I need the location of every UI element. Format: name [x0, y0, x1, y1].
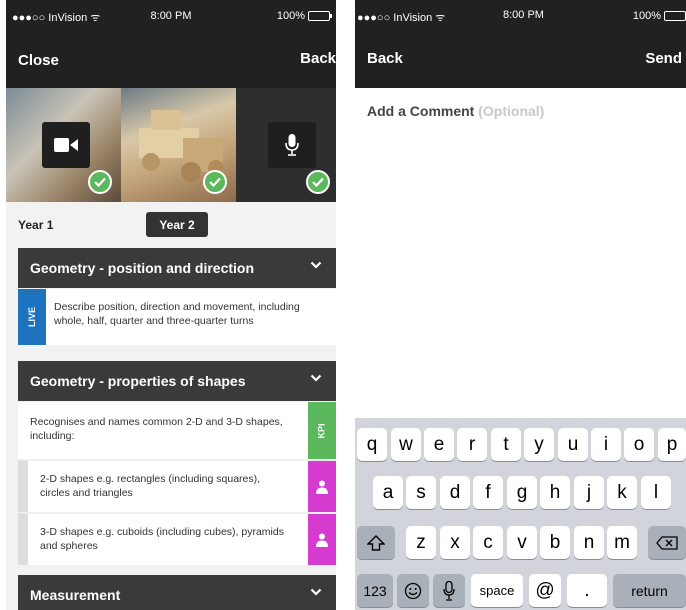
dot-key[interactable]: .: [567, 574, 607, 607]
key-u[interactable]: u: [558, 428, 588, 461]
section-title: Geometry - position and direction: [30, 260, 255, 276]
key-y[interactable]: y: [524, 428, 554, 461]
battery-icon: [308, 11, 332, 21]
check-icon: [88, 170, 112, 194]
key-f[interactable]: f: [473, 476, 503, 509]
key-c[interactable]: c: [473, 526, 503, 559]
key-h[interactable]: h: [540, 476, 570, 509]
objective-text: Recognises and names common 2-D and 3-D …: [30, 416, 283, 442]
person-icon: [308, 514, 336, 565]
key-o[interactable]: o: [624, 428, 654, 461]
back-button[interactable]: Back: [300, 50, 336, 67]
check-icon: [306, 170, 330, 194]
battery-status: 100%: [633, 10, 686, 22]
list-item[interactable]: Recognises and names common 2-D and 3-D …: [18, 402, 336, 459]
key-i[interactable]: i: [591, 428, 621, 461]
key-t[interactable]: t: [491, 428, 521, 461]
kpi-badge: KPI: [308, 402, 336, 459]
space-key[interactable]: space: [471, 574, 523, 607]
objective-text: Describe position, direction and movemen…: [54, 301, 300, 327]
dictation-key[interactable]: [433, 574, 465, 607]
key-p[interactable]: p: [658, 428, 686, 461]
backspace-icon: [656, 535, 678, 550]
at-key[interactable]: @: [529, 574, 561, 607]
check-icon: [203, 170, 227, 194]
comment-field[interactable]: Add a Comment (Optional): [367, 103, 544, 119]
chevron-down-icon: [310, 374, 322, 382]
battery-icon: [664, 11, 686, 21]
key-e[interactable]: e: [424, 428, 454, 461]
person-icon: [308, 461, 336, 512]
right-screen: ●●●○○ InVision ᯤ 8:00 PM 100% Back Send …: [355, 0, 686, 610]
microphone-icon: [443, 580, 455, 601]
section-header-measurement[interactable]: Measurement: [18, 575, 336, 610]
delete-key[interactable]: [648, 526, 686, 559]
key-q[interactable]: q: [357, 428, 387, 461]
battery-label: 100%: [632, 10, 661, 22]
status-bar: ●●●○○ InVision ᯤ 8:00 PM 100%: [6, 0, 336, 30]
section-title: Geometry - properties of shapes: [30, 373, 246, 389]
key-z[interactable]: z: [406, 526, 436, 559]
chevron-down-icon: [310, 588, 322, 596]
section-header-properties-shapes[interactable]: Geometry - properties of shapes: [18, 361, 336, 401]
media-thumbnail-video[interactable]: [6, 88, 121, 202]
key-n[interactable]: n: [574, 526, 604, 559]
key-k[interactable]: k: [607, 476, 637, 509]
live-badge: LIVE: [18, 289, 46, 345]
media-strip: [6, 88, 336, 202]
media-thumbnail-audio[interactable]: [236, 88, 336, 202]
key-w[interactable]: w: [391, 428, 421, 461]
list-item[interactable]: LIVE Describe position, direction and mo…: [18, 289, 336, 345]
shift-key[interactable]: [357, 526, 395, 559]
key-r[interactable]: r: [457, 428, 487, 461]
chevron-down-icon: [310, 261, 322, 269]
key-a[interactable]: a: [373, 476, 403, 509]
carrier-label: ●●●○○ InVision ᯤ: [357, 12, 446, 24]
key-x[interactable]: x: [440, 526, 470, 559]
media-thumbnail-photo[interactable]: [121, 88, 236, 202]
shift-icon: [367, 534, 385, 551]
battery-label: 100%: [276, 10, 305, 22]
key-d[interactable]: d: [440, 476, 470, 509]
objective-text: 3-D shapes e.g. cuboids (including cubes…: [40, 526, 284, 552]
key-s[interactable]: s: [406, 476, 436, 509]
objective-text: 2-D shapes e.g. rectangles (including sq…: [40, 473, 261, 499]
tab-year-1[interactable]: Year 1: [18, 212, 53, 237]
battery-status: 100%: [276, 10, 332, 22]
comment-label: Add a Comment: [367, 103, 475, 119]
emoji-key[interactable]: [397, 574, 429, 607]
section-header-position-direction[interactable]: Geometry - position and direction: [18, 248, 336, 288]
return-key[interactable]: return: [613, 574, 686, 607]
key-v[interactable]: v: [507, 526, 537, 559]
tab-year-2[interactable]: Year 2: [146, 212, 208, 237]
key-m[interactable]: m: [607, 526, 637, 559]
numbers-key[interactable]: 123: [357, 574, 393, 607]
key-g[interactable]: g: [507, 476, 537, 509]
list-item[interactable]: 3-D shapes e.g. cuboids (including cubes…: [18, 513, 336, 565]
microphone-icon: [268, 122, 316, 168]
left-screen: ●●●○○ InVision ᯤ 8:00 PM 100% Close Back: [6, 0, 336, 610]
comment-optional-hint: (Optional): [478, 103, 545, 119]
close-button[interactable]: Close: [18, 52, 59, 69]
status-bar: ●●●○○ InVision ᯤ 8:00 PM 100%: [355, 0, 686, 30]
video-camera-icon: [42, 122, 90, 168]
back-button[interactable]: Back: [367, 50, 403, 67]
section-title: Measurement: [30, 587, 121, 603]
keyboard: q w e r t y u i o p a s d f g h j k l z …: [355, 418, 686, 610]
key-l[interactable]: l: [641, 476, 671, 509]
list-item[interactable]: 2-D shapes e.g. rectangles (including sq…: [18, 460, 336, 512]
key-b[interactable]: b: [540, 526, 570, 559]
emoji-icon: [404, 582, 422, 599]
send-button[interactable]: Send: [645, 50, 682, 67]
key-j[interactable]: j: [574, 476, 604, 509]
